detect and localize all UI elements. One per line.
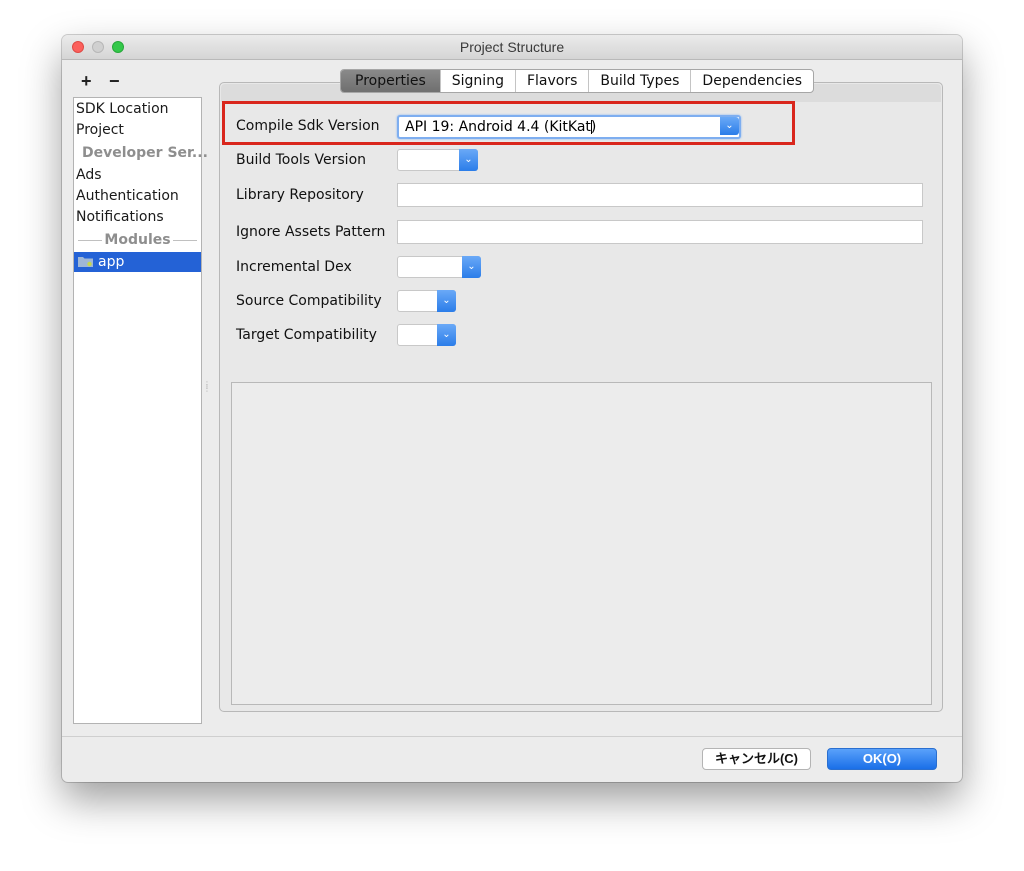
- window-title: Project Structure: [459, 39, 565, 55]
- library-repository-field[interactable]: [397, 183, 923, 207]
- divider: [78, 240, 102, 241]
- tab-properties[interactable]: Properties: [341, 70, 440, 92]
- tab-build-types[interactable]: Build Types: [588, 70, 690, 92]
- chevron-down-icon[interactable]: ⌄: [437, 290, 456, 312]
- sidebar-section-modules: Modules: [74, 230, 201, 250]
- build-tools-select[interactable]: ⌄: [397, 149, 478, 171]
- target-compatibility-select[interactable]: ⌄: [397, 324, 456, 346]
- module-folder-icon: [78, 257, 93, 267]
- add-button[interactable]: +: [81, 71, 92, 92]
- source-compatibility-label: Source Compatibility: [236, 293, 382, 309]
- incremental-dex-label: Incremental Dex: [236, 259, 352, 275]
- chevron-down-icon[interactable]: ⌄: [437, 324, 456, 346]
- ignore-assets-label: Ignore Assets Pattern: [236, 224, 386, 240]
- sidebar: SDK Location Project Developer Ser... Ad…: [73, 97, 208, 724]
- sidebar-item-app[interactable]: app: [74, 252, 201, 272]
- tab-flavors[interactable]: Flavors: [514, 70, 588, 92]
- ok-button[interactable]: OK(O): [827, 748, 937, 770]
- cancel-button[interactable]: キャンセル(C): [702, 748, 811, 770]
- target-compatibility-label: Target Compatibility: [236, 327, 377, 343]
- sidebar-item-sdk-location[interactable]: SDK Location: [76, 99, 169, 119]
- chevron-down-icon[interactable]: ⌄: [459, 149, 478, 171]
- source-compatibility-select[interactable]: ⌄: [397, 290, 456, 312]
- chevron-down-icon[interactable]: ⌄: [462, 256, 481, 278]
- ignore-assets-field[interactable]: [397, 220, 923, 244]
- sidebar-section-developer-services: Developer Ser...: [82, 145, 208, 161]
- title-bar: Project Structure: [62, 35, 962, 60]
- sidebar-item-authentication[interactable]: Authentication: [76, 186, 179, 206]
- footer-divider: [62, 736, 962, 737]
- sidebar-item-notifications[interactable]: Notifications: [76, 207, 164, 227]
- sidebar-item-ads[interactable]: Ads: [76, 165, 102, 185]
- modules-header: Modules: [104, 232, 171, 248]
- remove-button[interactable]: −: [109, 71, 120, 92]
- build-tools-label: Build Tools Version: [236, 152, 367, 168]
- project-structure-window: Project Structure + − SDK Location Proje…: [62, 35, 962, 782]
- splitter-handle[interactable]: ⋮ ⋮: [203, 381, 211, 399]
- highlight-box: [222, 101, 795, 145]
- library-repository-label: Library Repository: [236, 187, 364, 203]
- tab-bar: Properties Signing Flavors Build Types D…: [340, 69, 815, 93]
- description-area: [231, 382, 932, 705]
- sidebar-item-label: app: [98, 254, 125, 270]
- divider: [173, 240, 197, 241]
- tab-dependencies[interactable]: Dependencies: [690, 70, 813, 92]
- tab-signing[interactable]: Signing: [439, 70, 515, 92]
- incremental-dex-select[interactable]: ⌄: [397, 256, 481, 278]
- sidebar-item-project[interactable]: Project: [76, 120, 124, 140]
